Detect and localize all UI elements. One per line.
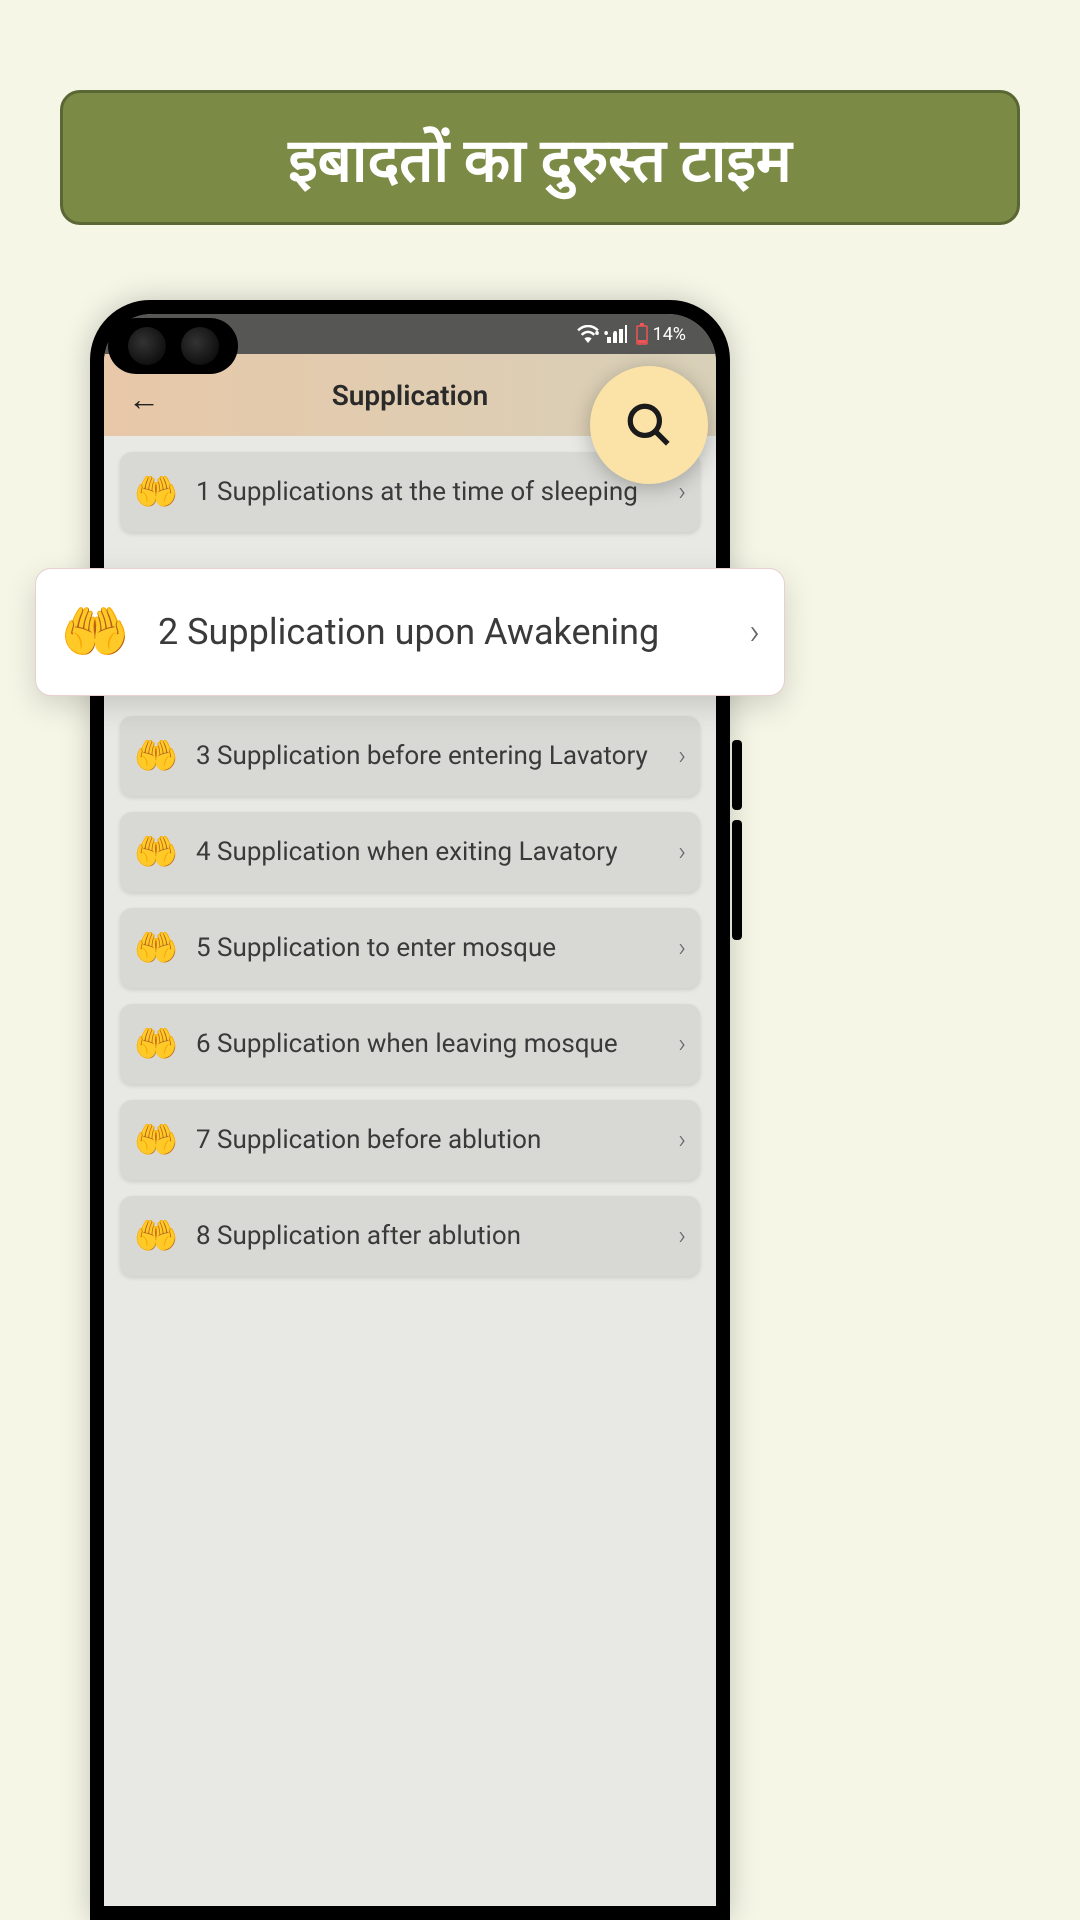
praying-hands-icon: 🤲 <box>134 734 178 778</box>
praying-hands-icon: 🤲 <box>134 1118 178 1162</box>
item-label: 2 Supplication upon Awakening <box>158 605 721 659</box>
phone-screen: ••• 14% ← Supplication 🤲 1 Supplications … <box>104 314 716 1906</box>
chevron-right-icon: › <box>678 933 686 963</box>
battery-percent: 14% <box>653 324 686 345</box>
chevron-right-icon: › <box>678 741 686 771</box>
promo-banner: इबादतों का दुरुस्त टाइम <box>60 90 1020 225</box>
supplication-list: 🤲 1 Supplications at the time of sleeping… <box>104 436 716 1308</box>
list-item[interactable]: 🤲 6 Supplication when leaving mosque › <box>120 1004 700 1084</box>
praying-hands-icon: 🤲 <box>134 470 178 514</box>
item-label: 5 Supplication to enter mosque <box>196 929 660 968</box>
chevron-right-icon: › <box>749 611 760 653</box>
page-title: Supplication <box>332 379 489 412</box>
praying-hands-icon: 🤲 <box>134 830 178 874</box>
search-icon <box>624 400 674 450</box>
praying-hands-icon: 🤲 <box>134 926 178 970</box>
item-label: 7 Supplication before ablution <box>196 1121 660 1160</box>
item-label: 4 Supplication when exiting Lavatory <box>196 833 660 872</box>
item-label: 6 Supplication when leaving mosque <box>196 1025 660 1064</box>
chevron-right-icon: › <box>678 837 686 867</box>
phone-side-button <box>732 820 742 940</box>
list-item-highlighted[interactable]: 🤲 2 Supplication upon Awakening › <box>35 568 785 696</box>
banner-title: इबादतों का दुरुस्त टाइम <box>288 117 792 199</box>
battery-indicator: 14% <box>635 323 686 345</box>
phone-side-button <box>732 740 742 810</box>
back-arrow-icon[interactable]: ← <box>128 380 160 418</box>
list-item[interactable]: 🤲 5 Supplication to enter mosque › <box>120 908 700 988</box>
praying-hands-icon: 🤲 <box>60 597 130 667</box>
chevron-right-icon: › <box>678 1029 686 1059</box>
praying-hands-icon: 🤲 <box>134 1022 178 1066</box>
list-item[interactable]: 🤲 8 Supplication after ablution › <box>120 1196 700 1276</box>
chevron-right-icon: › <box>678 477 686 507</box>
phone-frame: ••• 14% ← Supplication 🤲 1 Supplications … <box>90 300 730 1920</box>
chevron-right-icon: › <box>678 1221 686 1251</box>
item-label: 8 Supplication after ablution <box>196 1217 660 1256</box>
list-item[interactable]: 🤲 4 Supplication when exiting Lavatory › <box>120 812 700 892</box>
chevron-right-icon: › <box>678 1125 686 1155</box>
list-item[interactable]: 🤲 7 Supplication before ablution › <box>120 1100 700 1180</box>
search-button[interactable] <box>590 366 708 484</box>
praying-hands-icon: 🤲 <box>134 1214 178 1258</box>
item-label: 3 Supplication before entering Lavatory <box>196 737 660 776</box>
camera-notch <box>108 318 238 374</box>
status-dots: ••• <box>594 324 621 345</box>
item-label: 1 Supplications at the time of sleeping <box>196 473 660 512</box>
battery-icon <box>635 323 649 345</box>
list-item[interactable]: 🤲 3 Supplication before entering Lavatory… <box>120 716 700 796</box>
